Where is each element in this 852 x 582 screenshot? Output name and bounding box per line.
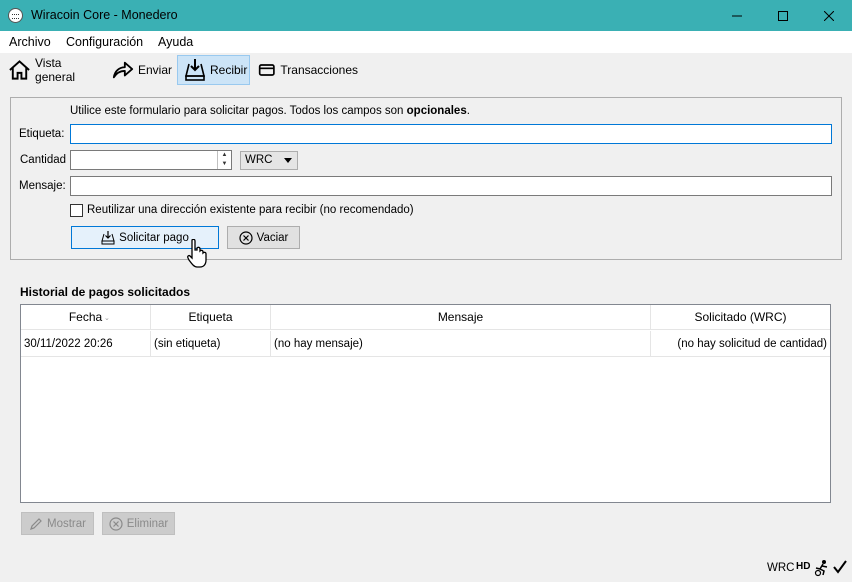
table-row-message[interactable]: (no hay mensaje) — [271, 331, 651, 357]
show-button-label: Mostrar — [47, 517, 86, 530]
column-header-fecha[interactable]: ⌄ Fecha — [21, 305, 151, 330]
stepper-down-icon[interactable]: ▼ — [218, 160, 231, 169]
pencil-icon — [30, 517, 42, 530]
minimize-icon — [732, 15, 742, 16]
label-field-label: Etiqueta: — [19, 128, 65, 140]
sort-ascending-icon: ⌄ — [104, 315, 110, 322]
unit-select-value: WRC — [245, 154, 273, 166]
hd-wallet-badge: HD — [796, 561, 811, 572]
show-button[interactable]: Mostrar — [21, 512, 94, 535]
tab-overview[interactable]: Vista general — [8, 55, 102, 85]
message-input[interactable] — [70, 176, 832, 196]
close-icon — [824, 10, 834, 21]
home-icon — [9, 60, 30, 80]
status-unit[interactable]: WRC — [767, 562, 794, 574]
app-logo-icon — [8, 8, 23, 23]
stepper-up-icon[interactable]: ▲ — [218, 151, 231, 160]
amount-stepper[interactable]: ▲ ▼ — [217, 151, 231, 169]
message-field-label: Mensaje: — [19, 180, 66, 192]
toolbar: Vista general Enviar Recibir Transaccion… — [0, 53, 852, 86]
remove-button[interactable]: Eliminar — [102, 512, 175, 535]
receive-icon — [101, 231, 115, 245]
tab-receive[interactable]: Recibir — [177, 55, 250, 85]
credit-card-icon — [258, 64, 275, 76]
history-title: Historial de pagos solicitados — [20, 285, 191, 299]
amount-field-label: Cantidad — [20, 154, 67, 166]
tab-send[interactable]: Enviar — [112, 55, 172, 85]
reuse-address-checkbox[interactable] — [70, 204, 83, 217]
tab-transactions[interactable]: Transacciones — [258, 55, 358, 85]
window-title: Wiracoin Core - Monedero — [31, 8, 178, 22]
clear-button[interactable]: Vaciar — [227, 226, 300, 249]
synced-checkmark-icon — [833, 560, 847, 574]
clear-circle-x-icon — [239, 230, 253, 245]
tab-receive-label: Recibir — [210, 63, 248, 77]
send-arrow-icon — [112, 61, 134, 79]
form-info-text: Utilice este formulario para solicitar p… — [70, 105, 470, 117]
remove-circle-x-icon — [109, 516, 123, 531]
table-row-label[interactable]: (sin etiqueta) — [151, 331, 271, 357]
table-row-amount[interactable]: (no hay solicitud de cantidad) — [651, 331, 830, 357]
title-bar: Wiracoin Core - Monedero — [0, 0, 852, 31]
network-activity-icon[interactable] — [814, 559, 830, 577]
receive-icon — [184, 59, 206, 81]
form-info-bold: opcionales — [406, 105, 467, 117]
menu-ayuda[interactable]: Ayuda — [158, 35, 193, 49]
mouse-pointer-icon — [187, 239, 207, 268]
amount-input[interactable]: ▲ ▼ — [70, 150, 232, 170]
request-payment-label: Solicitar pago — [119, 231, 189, 244]
menu-archivo[interactable]: Archivo — [9, 35, 51, 49]
history-table: ⌄ Fecha Etiqueta Mensaje Solicitado (WRC… — [20, 304, 831, 503]
menu-configuracion[interactable]: Configuración — [66, 35, 143, 49]
menu-bar: Archivo Configuración Ayuda — [0, 31, 852, 53]
column-header-etiqueta[interactable]: Etiqueta — [151, 305, 271, 330]
table-row-date[interactable]: 30/11/2022 20:26 — [21, 331, 151, 357]
chevron-down-icon — [284, 158, 292, 163]
column-header-solicitado[interactable]: Solicitado (WRC) — [651, 305, 830, 330]
close-button[interactable] — [806, 0, 852, 31]
tab-send-label: Enviar — [137, 63, 172, 77]
tab-transactions-label: Transacciones — [280, 63, 358, 77]
column-header-mensaje[interactable]: Mensaje — [271, 305, 651, 330]
clear-button-label: Vaciar — [256, 231, 289, 244]
status-bar: WRC HD — [0, 556, 852, 582]
tab-overview-label: Vista general — [35, 56, 76, 84]
unit-select[interactable]: WRC — [240, 151, 298, 170]
maximize-icon — [778, 10, 788, 21]
label-input[interactable] — [70, 124, 832, 144]
maximize-button[interactable] — [760, 0, 806, 31]
minimize-button[interactable] — [714, 0, 760, 31]
remove-button-label: Eliminar — [126, 517, 169, 530]
reuse-address-label: Reutilizar una dirección existente para … — [87, 204, 414, 216]
